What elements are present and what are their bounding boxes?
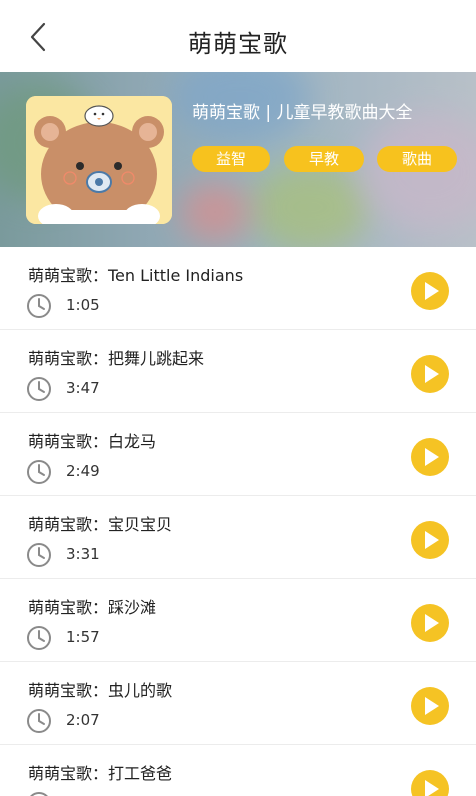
play-icon[interactable]	[410, 603, 450, 643]
song-list: 萌萌宝歌：Ten Little Indians 1:05 萌萌宝歌：把舞儿跳起来…	[0, 247, 476, 796]
play-icon[interactable]	[410, 354, 450, 394]
album-cover[interactable]	[26, 96, 172, 224]
song-row[interactable]: 萌萌宝歌：Ten Little Indians 1:05	[0, 247, 476, 330]
play-icon[interactable]	[410, 520, 450, 560]
clock-icon	[27, 709, 51, 733]
song-title: 萌萌宝歌：Ten Little Indians	[28, 266, 244, 285]
song-title: 萌萌宝歌：踩沙滩	[28, 598, 157, 617]
clock-icon	[27, 460, 51, 484]
tag-early-education[interactable]: 早教	[284, 146, 364, 172]
clock-icon	[30, 792, 48, 796]
clock-icon	[27, 377, 51, 401]
song-row[interactable]: 萌萌宝歌：把舞儿跳起来 3:47	[0, 330, 476, 413]
tag-puzzle[interactable]: 益智	[192, 146, 270, 172]
top-bar: 萌萌宝歌	[0, 0, 476, 72]
app-screen: 萌萌宝歌 萌萌宝歌 | 儿童早教歌曲大全 益智 早教 歌曲 萌萌宝歌：Ten L…	[0, 0, 476, 796]
play-icon[interactable]	[410, 686, 450, 726]
clock-icon	[27, 543, 51, 567]
song-title: 萌萌宝歌：白龙马	[28, 432, 157, 451]
song-row[interactable]: 萌萌宝歌：虫儿的歌 2:07	[0, 662, 476, 745]
play-icon[interactable]	[410, 271, 450, 311]
album-name: 萌萌宝歌 | 儿童早教歌曲大全	[192, 103, 413, 123]
page-title: 萌萌宝歌	[188, 30, 288, 58]
song-row[interactable]: 萌萌宝歌：踩沙滩 1:57	[0, 579, 476, 662]
play-icon[interactable]	[410, 769, 450, 796]
song-duration: 3:47	[66, 379, 100, 397]
tag-songs[interactable]: 歌曲	[377, 146, 457, 172]
song-duration: 1:57	[66, 628, 100, 646]
song-duration: 2:49	[66, 462, 100, 480]
play-icon[interactable]	[410, 437, 450, 477]
clock-icon	[27, 626, 51, 650]
song-duration: 1:05	[66, 296, 100, 314]
clock-icon	[27, 294, 51, 318]
song-title: 萌萌宝歌：虫儿的歌	[28, 681, 173, 700]
song-row[interactable]: 萌萌宝歌：宝贝宝贝 3:31	[0, 496, 476, 579]
song-duration: 2:07	[66, 711, 100, 729]
song-row[interactable]: 萌萌宝歌：打工爸爸	[0, 745, 476, 796]
song-duration: 3:31	[66, 545, 100, 563]
album-banner: 萌萌宝歌 | 儿童早教歌曲大全 益智 早教 歌曲	[0, 72, 476, 247]
song-title: 萌萌宝歌：把舞儿跳起来	[28, 349, 205, 368]
song-title: 萌萌宝歌：宝贝宝贝	[28, 515, 173, 534]
song-row[interactable]: 萌萌宝歌：白龙马 2:49	[0, 413, 476, 496]
bear-illustration	[26, 96, 172, 224]
song-title: 萌萌宝歌：打工爸爸	[28, 764, 173, 783]
